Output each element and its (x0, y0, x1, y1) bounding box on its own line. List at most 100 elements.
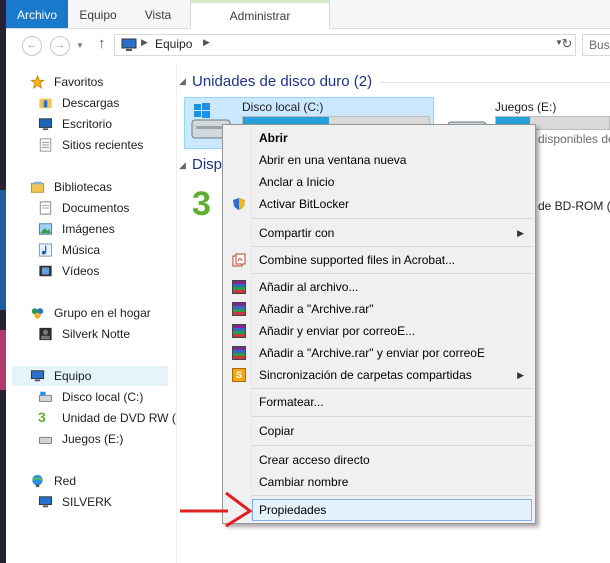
tab-archivo[interactable]: Archivo (6, 0, 68, 28)
menu-item-formatear[interactable]: Formatear... (224, 391, 534, 413)
submenu-arrow-icon: ▶ (517, 228, 524, 238)
back-arrow-icon: ← (26, 39, 38, 51)
menu-abrir-label: Abrir (259, 131, 288, 145)
computer-icon (121, 38, 137, 51)
star-icon (30, 75, 45, 89)
dvd-drive-icon: 3 (38, 409, 46, 425)
nav-descargas-label: Descargas (62, 96, 120, 110)
menu-separator (252, 495, 533, 496)
computer-icon (30, 370, 45, 382)
address-bar[interactable]: ▶ Equipo ▶ ▼ (114, 34, 576, 56)
menu-separator (252, 246, 533, 247)
nav-red-label: Red (54, 474, 77, 488)
libraries-icon (30, 181, 45, 193)
menu-item-copiar[interactable]: Copiar (224, 420, 534, 442)
menu-abrir-nueva-label: Abrir en una ventana nueva (259, 153, 407, 167)
pictures-icon (38, 223, 53, 235)
section-divider (380, 82, 610, 83)
menu-separator (252, 218, 533, 219)
drive-e-free-space: disponibles de (538, 132, 610, 146)
menu-item-abrir[interactable]: Abrir (224, 127, 534, 149)
submenu-arrow-icon: ▶ (517, 370, 524, 380)
menu-separator (252, 388, 533, 389)
annotation-arrow-icon (180, 491, 253, 528)
nav-imagenes-label: Imágenes (62, 222, 115, 236)
menu-bitlocker-label: Activar BitLocker (259, 197, 350, 211)
nav-documentos-label: Documentos (62, 201, 130, 215)
menu-crear-acceso-label: Crear acceso directo (259, 453, 370, 467)
menu-item-anadir-archivo[interactable]: Añadir al archivo... (224, 276, 534, 298)
menu-anclar-label: Anclar a Inicio (259, 175, 335, 189)
nav-dvd-label: Unidad de DVD RW ( (62, 411, 176, 425)
menu-item-cambiar-nombre[interactable]: Cambiar nombre (224, 471, 534, 493)
acrobat-icon (232, 253, 246, 267)
menu-item-anclar-inicio[interactable]: Anclar a Inicio (224, 171, 534, 193)
forward-arrow-icon: → (54, 39, 66, 51)
drive-icon (38, 436, 53, 444)
winrar-icon (232, 346, 246, 360)
menu-item-combine-acrobat[interactable]: Combine supported files in Acrobat... (224, 249, 534, 271)
recent-locations-chevron-icon[interactable]: ▼ (76, 41, 84, 50)
menu-item-propiedades[interactable]: Propiedades (252, 499, 532, 521)
nav-juegos-label: Juegos (E:) (62, 432, 124, 446)
drive-e-label[interactable]: Juegos (E:) (495, 100, 556, 114)
tab-administrar[interactable]: Administrar (190, 0, 330, 29)
search-input[interactable]: Bus (582, 34, 610, 56)
menu-item-crear-acceso-directo[interactable]: Crear acceso directo (224, 449, 534, 471)
nav-silverk-label: SILVERK (62, 495, 112, 509)
winrar-icon (232, 324, 246, 338)
breadcrumb-chevron-icon[interactable]: ▶ (203, 37, 210, 48)
nav-favoritos-label: Favoritos (54, 75, 104, 89)
menu-anadir-rar-label: Añadir a "Archive.rar" (259, 302, 374, 316)
documents-icon (39, 201, 52, 215)
breadcrumb-separator-icon: ▶ (141, 37, 148, 47)
collapse-chevron-icon[interactable]: ◢ (179, 76, 186, 87)
sync-icon: S (232, 368, 246, 382)
downloads-folder-icon (39, 98, 52, 109)
recent-places-icon (39, 138, 52, 152)
bd-rom-drive-icon[interactable]: 3 (192, 184, 211, 224)
menu-item-anadir-rar-enviar[interactable]: Añadir a "Archive.rar" y enviar por corr… (224, 342, 534, 364)
menu-combine-label: Combine supported files in Acrobat... (259, 253, 456, 267)
section-title[interactable]: Unidades de disco duro (2) (192, 73, 372, 90)
menu-copiar-label: Copiar (259, 424, 295, 438)
tab-vista[interactable]: Vista (128, 0, 188, 28)
menu-separator (252, 445, 533, 446)
menu-item-sincronizacion[interactable]: S Sincronización de carpetas compartidas… (224, 364, 534, 386)
drive-c-label: Disco local (C:) (242, 100, 324, 114)
menu-separator (252, 273, 533, 274)
nav-bibliotecas-label: Bibliotecas (54, 180, 113, 194)
breadcrumb-equipo[interactable]: Equipo (155, 37, 192, 51)
context-menu: Abrir Abrir en una ventana nueva Anclar … (222, 124, 536, 524)
menu-item-activar-bitlocker[interactable]: Activar BitLocker (224, 193, 534, 215)
menu-item-abrir-nueva-ventana[interactable]: Abrir en una ventana nueva (224, 149, 534, 171)
winrar-icon (232, 280, 246, 294)
user-avatar-icon (39, 327, 52, 341)
menu-anadir-archivo-label: Añadir al archivo... (259, 280, 359, 294)
network-icon (32, 474, 43, 488)
menu-compartir-label: Compartir con (259, 226, 335, 240)
menu-item-anadir-rar[interactable]: Añadir a "Archive.rar" (224, 298, 534, 320)
up-button[interactable]: ↑ (98, 35, 106, 52)
desktop-icon (38, 118, 53, 131)
tab-equipo[interactable]: Equipo (68, 0, 128, 28)
back-button[interactable]: ← (22, 36, 42, 56)
nav-grupo-label: Grupo en el hogar (54, 306, 151, 320)
winrar-icon (232, 302, 246, 316)
music-icon (38, 243, 53, 257)
computer-icon (38, 496, 53, 508)
menu-item-compartir-con[interactable]: Compartir con ▶ (224, 222, 534, 244)
menu-formatear-label: Formatear... (259, 395, 324, 409)
nav-disco-c-label: Disco local (C:) (62, 390, 144, 404)
nav-escritorio-label: Escritorio (62, 117, 113, 131)
bd-rom-label[interactable]: de BD-ROM (( (538, 199, 610, 213)
section-devices-title[interactable]: Disp (192, 156, 222, 173)
desktop-edge (0, 0, 6, 563)
up-arrow-icon: ↑ (98, 35, 106, 52)
menu-item-anadir-enviar[interactable]: Añadir y enviar por correoE... (224, 320, 534, 342)
menu-cambiar-nombre-label: Cambiar nombre (259, 475, 349, 489)
collapse-chevron-icon[interactable]: ◢ (179, 160, 186, 171)
forward-button[interactable]: → (50, 36, 70, 56)
refresh-button[interactable]: ↻ (558, 36, 576, 54)
menu-anadir-rar-enviar-label: Añadir a "Archive.rar" y enviar por corr… (259, 346, 485, 360)
